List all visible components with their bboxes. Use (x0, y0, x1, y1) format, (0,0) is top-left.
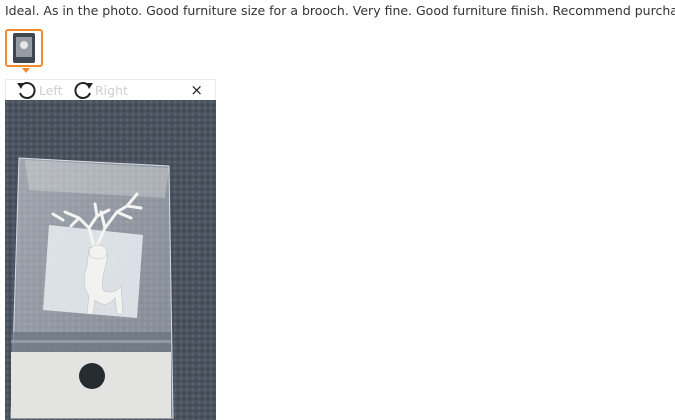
viewer-toolbar: Left Right × (5, 79, 216, 100)
rotate-right-icon (74, 82, 93, 100)
rotate-left-button[interactable]: Left (16, 80, 63, 100)
rotate-right-button[interactable]: Right (72, 80, 128, 100)
close-button[interactable]: × (190, 81, 203, 99)
review-text: Ideal. As in the photo. Good furniture s… (5, 3, 675, 18)
rotate-right-label: Right (95, 82, 128, 98)
review-page: Ideal. As in the photo. Good furniture s… (0, 0, 675, 420)
photo-thumbnail[interactable] (5, 29, 43, 67)
thumbnail-image (13, 33, 35, 63)
photo-illustration (5, 100, 216, 420)
selected-indicator (22, 68, 30, 73)
rotate-left-label: Left (39, 82, 63, 98)
rotate-left-icon (17, 82, 36, 100)
review-photo (5, 100, 216, 420)
image-viewer: Left Right × (5, 79, 216, 420)
thumbnail-row (5, 29, 43, 73)
